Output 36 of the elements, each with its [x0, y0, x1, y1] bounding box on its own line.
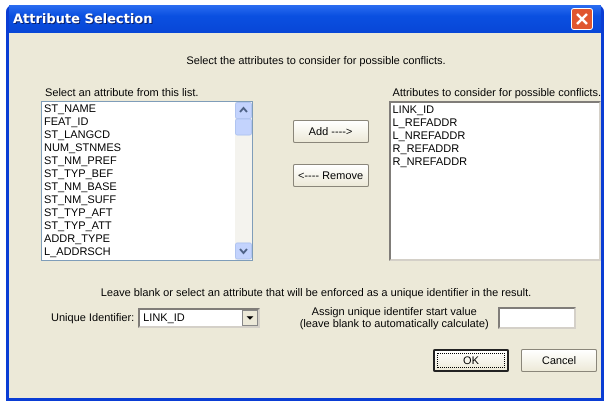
list-item[interactable]: ST_NM_SUFF: [44, 194, 233, 207]
list-label: Select an attribute from this list.: [45, 87, 200, 99]
attribute-list[interactable]: ST_NAME FEAT_ID ST_LANGCD NUM_STNMES ST_NM_PREF ST_TYP_BEF ST_NM_BASE ST_NM_SUFF ST_TYP_AFT ST_TYP_ATT ADDR_TYPE L_ADDRSCH: [41, 101, 253, 261]
field-label: Assign unique identifer start value: [312, 306, 477, 318]
list-item[interactable]: ST_NAME: [44, 103, 233, 116]
list-item[interactable]: ST_TYP_BEF: [44, 168, 233, 181]
list-item[interactable]: ADDR_TYPE: [44, 233, 233, 246]
list-label: Attributes to consider for possible conflicts.: [392, 87, 601, 99]
add-button[interactable]: Add ---->: [292, 120, 369, 143]
close-button[interactable]: [571, 8, 593, 30]
cancel-button[interactable]: Cancel: [521, 349, 597, 372]
unique-note-text: Leave blank or select an attribute that will be enforced as a unique identifier in the result.: [100, 287, 532, 299]
list-item[interactable]: L_NREFADDR: [392, 130, 597, 143]
close-icon: [576, 13, 588, 25]
unique-identifier-dropdown[interactable]: LINK_ID: [138, 308, 260, 328]
list-item[interactable]: L_ADDRSCH: [44, 246, 233, 259]
list-item[interactable]: ST_LANGCD: [44, 129, 233, 142]
list-item[interactable]: LINK_ID: [392, 104, 597, 117]
selected-list[interactable]: LINK_ID L_REFADDR L_NREFADDR R_REFADDR R_NREFADDR: [388, 101, 601, 261]
list-item[interactable]: ST_NM_BASE: [44, 181, 233, 194]
list-item[interactable]: ST_TYP_ATT: [44, 220, 233, 233]
window-title: Attribute Selection: [13, 12, 152, 26]
remove-button[interactable]: <---- Remove: [292, 164, 369, 187]
scrollbar[interactable]: [235, 102, 252, 260]
list-item[interactable]: R_NREFADDR: [392, 156, 597, 169]
list-item[interactable]: NUM_STNMES: [44, 142, 233, 155]
list-item[interactable]: ST_TYP_AFT: [44, 207, 233, 220]
list-item[interactable]: FEAT_ID: [44, 116, 233, 129]
ok-button[interactable]: OK: [433, 349, 509, 372]
field-label: Unique Identifier:: [51, 312, 134, 324]
list-item[interactable]: ST_NM_PREF: [44, 155, 233, 168]
list-item[interactable]: L_REFADDR: [392, 117, 597, 130]
list-item[interactable]: R_REFADDR: [392, 143, 597, 156]
instruction-text: Select the attributes to consider for possible conflicts.: [186, 55, 446, 67]
field-label: (leave blank to automatically calculate): [300, 318, 489, 330]
start-value-field[interactable]: [498, 307, 576, 329]
